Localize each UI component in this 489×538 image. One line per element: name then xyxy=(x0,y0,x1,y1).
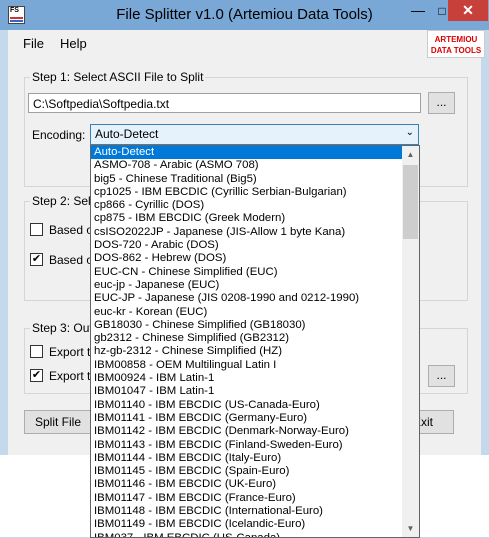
menu-help[interactable]: Help xyxy=(60,36,87,51)
encoding-option[interactable]: IBM01147 - IBM EBCDIC (France-Euro) xyxy=(91,492,402,505)
encoding-value: Auto-Detect xyxy=(95,127,159,141)
browse-file-button[interactable]: ... xyxy=(428,92,455,114)
file-path-input[interactable]: C:\Softpedia\Softpedia.txt xyxy=(28,93,421,113)
encoding-option[interactable]: cp1025 - IBM EBCDIC (Cyrillic Serbian-Bu… xyxy=(91,186,402,199)
encoding-option[interactable]: IBM01146 - IBM EBCDIC (UK-Euro) xyxy=(91,478,402,491)
encoding-dropdown-list[interactable]: Auto-Detect ASMO-708 - Arabic (ASMO 708) b… xyxy=(90,145,420,538)
encoding-option[interactable]: IBM01142 - IBM EBCDIC (Denmark-Norway-Eu… xyxy=(91,425,402,438)
encoding-option[interactable]: IBM01141 - IBM EBCDIC (Germany-Euro) xyxy=(91,412,402,425)
step3-option1-checkbox[interactable] xyxy=(30,345,43,358)
encoding-option[interactable]: gb2312 - Chinese Simplified (GB2312) xyxy=(91,332,402,345)
scroll-down-icon[interactable]: ▼ xyxy=(402,520,419,537)
encoding-options: Auto-Detect ASMO-708 - Arabic (ASMO 708) b… xyxy=(91,146,402,537)
encoding-option[interactable]: big5 - Chinese Traditional (Big5) xyxy=(91,173,402,186)
logo-line1: ARTEMIOU xyxy=(434,35,478,44)
encoding-label: Encoding: xyxy=(32,128,86,142)
encoding-option[interactable]: euc-jp - Japanese (EUC) xyxy=(91,279,402,292)
step1-label: Step 1: Select ASCII File to Split xyxy=(30,70,206,84)
encoding-option[interactable]: Auto-Detect xyxy=(91,146,402,160)
encoding-option[interactable]: euc-kr - Korean (EUC) xyxy=(91,306,402,319)
encoding-option[interactable]: ASMO-708 - Arabic (ASMO 708) xyxy=(91,159,402,172)
chevron-down-icon: ⌄ xyxy=(405,127,414,138)
browse-output-button[interactable]: ... xyxy=(428,365,455,387)
artemiou-logo: ARTEMIOU DATA TOOLS xyxy=(427,30,485,58)
encoding-option[interactable]: EUC-CN - Chinese Simplified (EUC) xyxy=(91,266,402,279)
encoding-option[interactable]: IBM01149 - IBM EBCDIC (Icelandic-Euro) xyxy=(91,518,402,531)
encoding-option[interactable]: DOS-720 - Arabic (DOS) xyxy=(91,239,402,252)
dropdown-scrollbar[interactable]: ▲ ▼ xyxy=(402,146,419,537)
step2-option1-checkbox[interactable] xyxy=(30,223,43,236)
encoding-option[interactable]: EUC-JP - Japanese (JIS 0208-1990 and 021… xyxy=(91,292,402,305)
encoding-option[interactable]: IBM01140 - IBM EBCDIC (US-Canada-Euro) xyxy=(91,399,402,412)
encoding-option[interactable]: DOS-862 - Hebrew (DOS) xyxy=(91,252,402,265)
encoding-option[interactable]: hz-gb-2312 - Chinese Simplified (HZ) xyxy=(91,345,402,358)
step3-option2-checkbox[interactable]: ✔ xyxy=(30,369,43,382)
encoding-option[interactable]: GB18030 - Chinese Simplified (GB18030) xyxy=(91,319,402,332)
check-icon: ✔ xyxy=(31,253,42,265)
encoding-option[interactable]: IBM01148 - IBM EBCDIC (International-Eur… xyxy=(91,505,402,518)
scroll-up-icon[interactable]: ▲ xyxy=(402,146,419,163)
encoding-option[interactable]: IBM00858 - OEM Multilingual Latin I xyxy=(91,359,402,372)
step2-option1-label: Based o xyxy=(49,223,94,237)
encoding-option[interactable]: IBM01145 - IBM EBCDIC (Spain-Euro) xyxy=(91,465,402,478)
menu-file[interactable]: File xyxy=(23,36,44,51)
encoding-option[interactable]: IBM01047 - IBM Latin-1 xyxy=(91,385,402,398)
step2-label: Step 2: Sele xyxy=(30,194,100,208)
logo-line2: DATA TOOLS xyxy=(430,46,482,55)
title-bar[interactable]: FS File Splitter v1.0 (Artemiou Data Too… xyxy=(0,0,489,30)
encoding-option[interactable]: cp866 - Cyrillic (DOS) xyxy=(91,199,402,212)
encoding-option[interactable]: IBM037 - IBM EBCDIC (US-Canada) xyxy=(91,532,402,537)
check-icon: ✔ xyxy=(31,369,42,381)
encoding-option[interactable]: cp875 - IBM EBCDIC (Greek Modern) xyxy=(91,212,402,225)
minimize-button[interactable]: — xyxy=(406,1,430,21)
encoding-option[interactable]: IBM01144 - IBM EBCDIC (Italy-Euro) xyxy=(91,452,402,465)
step2-option2-checkbox[interactable]: ✔ xyxy=(30,253,43,266)
close-button[interactable]: ✕ xyxy=(448,0,488,21)
encoding-option[interactable]: csISO2022JP - Japanese (JIS-Allow 1 byte… xyxy=(91,226,402,239)
scroll-thumb[interactable] xyxy=(403,165,418,239)
encoding-select[interactable]: Auto-Detect ⌄ xyxy=(90,124,419,145)
encoding-option[interactable]: IBM00924 - IBM Latin-1 xyxy=(91,372,402,385)
split-file-button[interactable]: Split File xyxy=(24,410,92,434)
encoding-option[interactable]: IBM01143 - IBM EBCDIC (Finland-Sweden-Eu… xyxy=(91,439,402,452)
